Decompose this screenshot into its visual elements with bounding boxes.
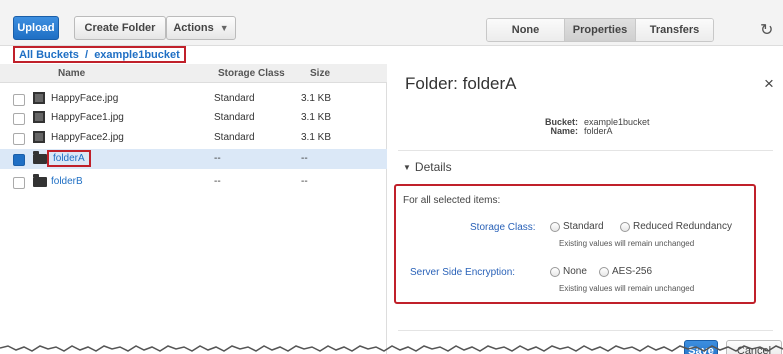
table-row[interactable]: HappyFace2.jpg Standard 3.1 KB bbox=[0, 128, 387, 148]
tab-none[interactable]: None bbox=[487, 19, 565, 41]
folder-name[interactable]: folderA bbox=[47, 150, 91, 167]
encryption-label: Server Side Encryption: bbox=[410, 267, 516, 278]
view-toggle: None Properties Transfers bbox=[486, 18, 714, 42]
encryption-note: Existing values will remain unchanged bbox=[559, 284, 695, 293]
chevron-down-icon: ▼ bbox=[219, 23, 229, 33]
folder-name[interactable]: folderB bbox=[51, 176, 83, 187]
radio-reduced-redundancy[interactable]: Reduced Redundancy bbox=[620, 221, 732, 232]
file-size: 3.1 KB bbox=[301, 112, 332, 123]
row-checkbox[interactable] bbox=[13, 133, 25, 145]
storage-class-note: Existing values will remain unchanged bbox=[559, 239, 695, 248]
radio-reduced-redundancy-label: Reduced Redundancy bbox=[633, 221, 732, 232]
column-header-name[interactable]: Name bbox=[58, 68, 85, 79]
bulk-edit-section: For all selected items: Storage Class: S… bbox=[394, 184, 756, 304]
toolbar: Upload Create Folder Actions ▼ None Prop… bbox=[0, 0, 783, 46]
radio-none-label: None bbox=[563, 266, 587, 277]
panel-title: Folder: folderA bbox=[405, 74, 517, 93]
properties-panel: Folder: folderA × Bucket: example1bucket… bbox=[388, 64, 783, 354]
file-icon bbox=[33, 131, 45, 143]
file-size: -- bbox=[301, 153, 308, 164]
radio-icon bbox=[550, 221, 560, 232]
upload-button[interactable]: Upload bbox=[13, 16, 59, 40]
divider bbox=[398, 150, 773, 151]
radio-icon bbox=[550, 266, 560, 277]
row-checkbox[interactable] bbox=[13, 113, 25, 125]
column-header-size[interactable]: Size bbox=[310, 68, 330, 79]
file-icon bbox=[33, 92, 45, 104]
name-value: folderA bbox=[584, 126, 613, 136]
table-row[interactable]: folderA -- -- bbox=[0, 149, 387, 169]
refresh-icon[interactable]: ↻ bbox=[760, 20, 773, 40]
storage-class-label: Storage Class: bbox=[470, 222, 536, 233]
folder-icon bbox=[33, 174, 47, 187]
radio-none[interactable]: None bbox=[550, 266, 587, 277]
actions-dropdown[interactable]: Actions ▼ bbox=[166, 16, 236, 40]
file-name[interactable]: HappyFace.jpg bbox=[51, 93, 118, 104]
divider bbox=[398, 330, 773, 331]
file-list: Name Storage Class Size HappyFace.jpg St… bbox=[0, 64, 387, 354]
details-label: Details bbox=[414, 160, 452, 174]
table-row[interactable]: folderB -- -- bbox=[0, 172, 387, 192]
radio-standard-label: Standard bbox=[563, 221, 604, 232]
radio-aes-256-label: AES-256 bbox=[612, 266, 653, 277]
close-icon[interactable]: × bbox=[764, 74, 774, 94]
storage-class: -- bbox=[214, 153, 221, 164]
row-checkbox[interactable] bbox=[13, 94, 25, 106]
radio-icon bbox=[599, 266, 609, 277]
column-header-storage-class[interactable]: Storage Class bbox=[218, 68, 285, 79]
file-size: -- bbox=[301, 176, 308, 187]
details-toggle[interactable]: ▼ Details bbox=[403, 160, 452, 174]
tab-transfers[interactable]: Transfers bbox=[636, 19, 713, 41]
radio-aes-256[interactable]: AES-256 bbox=[599, 266, 652, 277]
create-folder-button[interactable]: Create Folder bbox=[74, 16, 166, 40]
file-name[interactable]: HappyFace2.jpg bbox=[51, 132, 124, 143]
row-checkbox[interactable] bbox=[13, 154, 25, 166]
folder-icon bbox=[33, 151, 47, 164]
radio-standard[interactable]: Standard bbox=[550, 221, 604, 232]
file-icon bbox=[33, 111, 45, 123]
table-row[interactable]: HappyFace1.jpg Standard 3.1 KB bbox=[0, 108, 387, 128]
row-checkbox[interactable] bbox=[13, 177, 25, 189]
triangle-down-icon: ▼ bbox=[403, 163, 411, 172]
file-name[interactable]: HappyFace1.jpg bbox=[51, 112, 124, 123]
storage-class: -- bbox=[214, 176, 221, 187]
file-size: 3.1 KB bbox=[301, 93, 332, 104]
storage-class: Standard bbox=[214, 132, 255, 143]
section-heading: For all selected items: bbox=[403, 195, 501, 206]
name-label: Name: bbox=[550, 126, 578, 136]
file-size: 3.1 KB bbox=[301, 132, 332, 143]
torn-edge bbox=[0, 345, 783, 352]
table-row[interactable]: HappyFace.jpg Standard 3.1 KB bbox=[0, 89, 387, 109]
storage-class: Standard bbox=[214, 112, 255, 123]
breadcrumb[interactable]: All Buckets / example1bucket bbox=[13, 46, 186, 63]
storage-class: Standard bbox=[214, 93, 255, 104]
file-list-header: Name Storage Class Size bbox=[0, 64, 387, 83]
actions-label: Actions bbox=[173, 22, 214, 34]
radio-icon bbox=[620, 221, 630, 232]
tab-properties[interactable]: Properties bbox=[565, 19, 636, 41]
